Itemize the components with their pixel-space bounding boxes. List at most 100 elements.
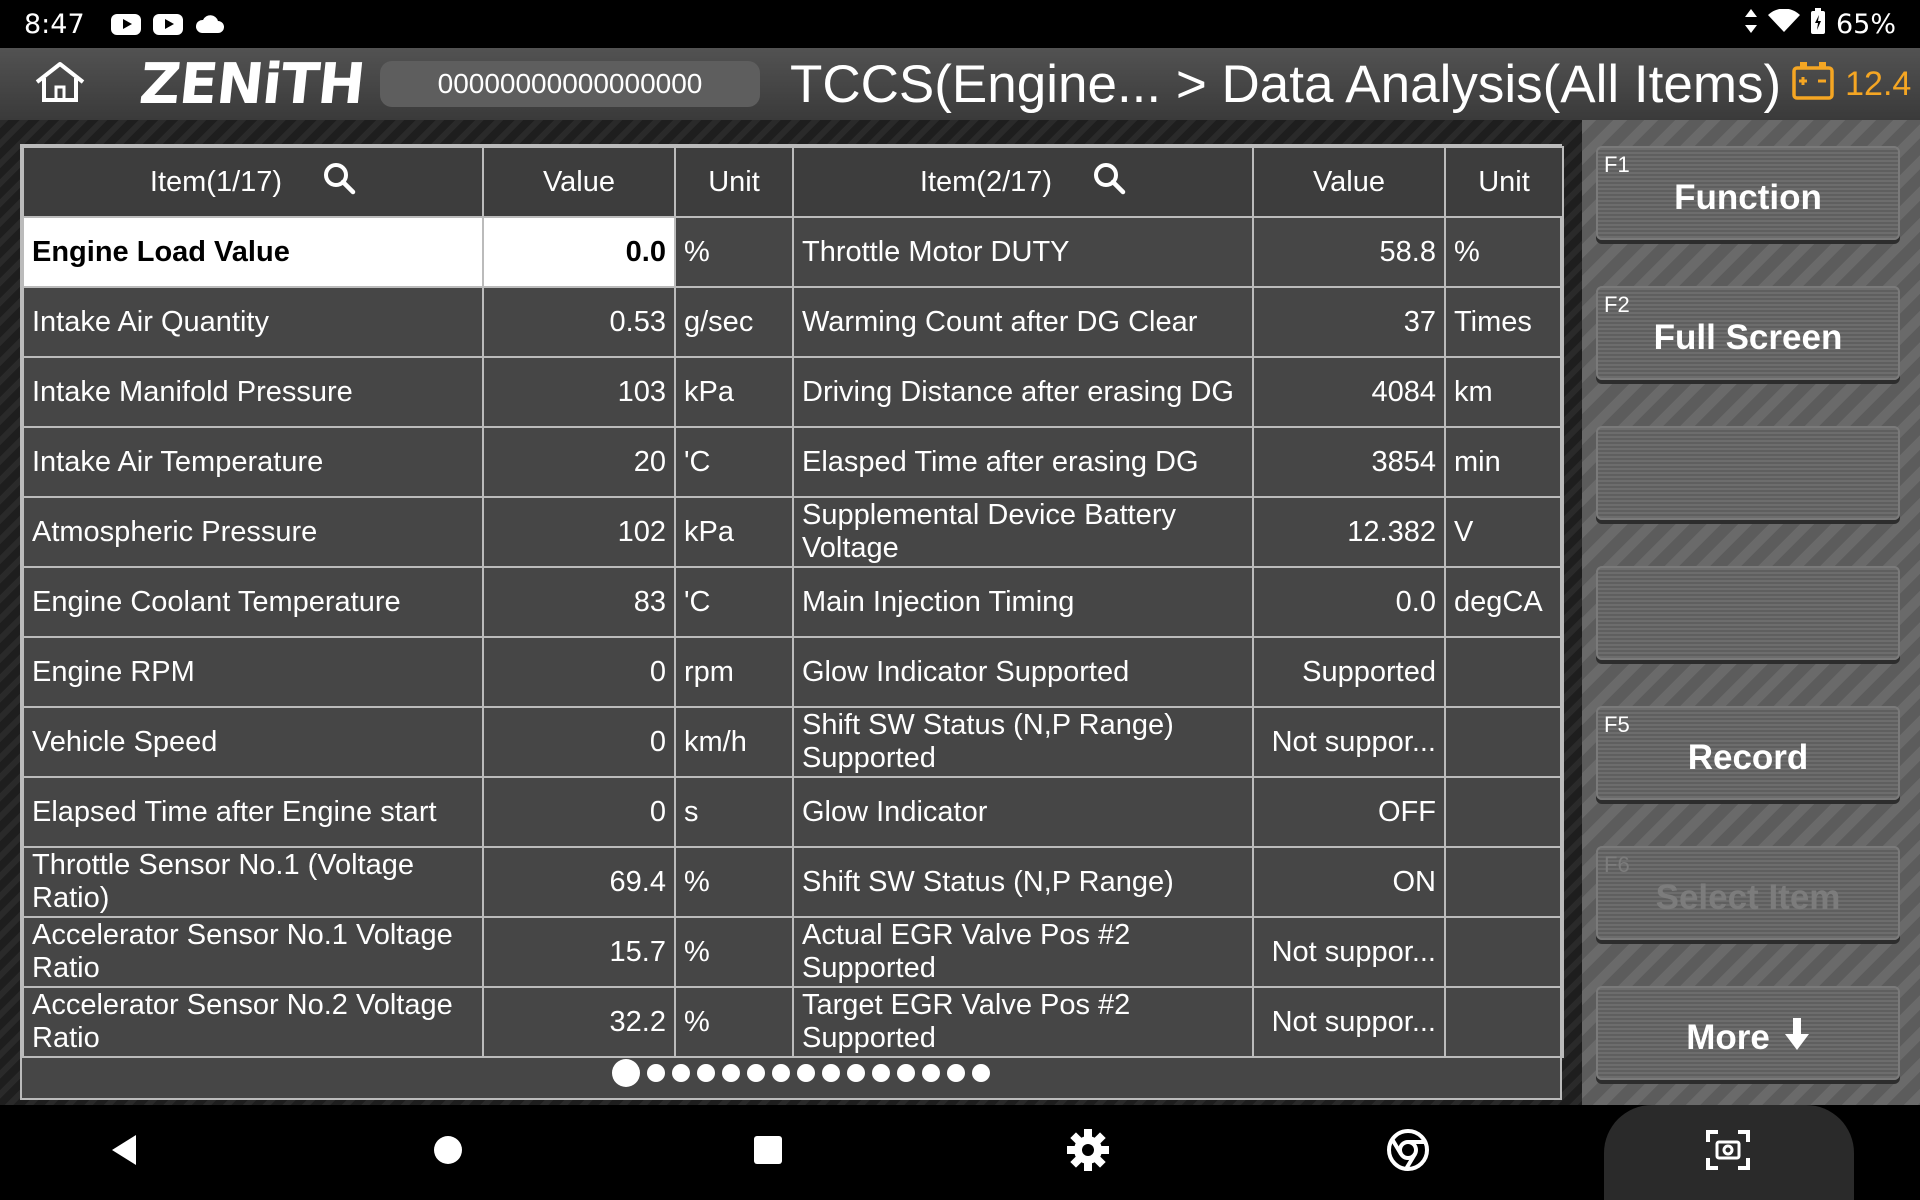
table-row[interactable]: Vehicle Speed 0 km/h Shift SW Status (N,P R… [22,706,1564,778]
settings-button[interactable] [1028,1105,1148,1200]
item-value-cell[interactable]: 0.0 [1252,566,1446,638]
page-dot[interactable] [872,1064,890,1082]
page-dot[interactable] [947,1064,965,1082]
f4-blank-button[interactable] [1596,566,1900,660]
item-unit-cell[interactable]: % [674,216,794,288]
item-value-cell[interactable]: 0.53 [482,286,676,358]
full-screen-button[interactable]: F2 Full Screen [1596,286,1900,380]
item-name-cell[interactable]: Glow Indicator Supported [792,636,1254,708]
item-value-cell[interactable]: 3854 [1252,426,1446,498]
item-value-cell[interactable]: 32.2 [482,986,676,1058]
page-dot[interactable] [847,1064,865,1082]
table-row[interactable]: Throttle Sensor No.1 (Voltage Ratio) 69.4… [22,846,1564,918]
table-row[interactable]: Accelerator Sensor No.2 Voltage Ratio 32.… [22,986,1564,1058]
item-name-cell[interactable]: Intake Manifold Pressure [22,356,484,428]
page-dot[interactable] [672,1064,690,1082]
item-name-cell[interactable]: Elasped Time after erasing DG [792,426,1254,498]
item-unit-cell[interactable] [1444,636,1564,708]
select-item-button[interactable]: F6 Select Item [1596,846,1900,940]
item-unit-cell[interactable]: 'C [674,426,794,498]
page-dot[interactable] [822,1064,840,1082]
page-indicator[interactable] [22,1048,1560,1098]
table-row[interactable]: Atmospheric Pressure 102 kPa Supplemental D… [22,496,1564,568]
item-value-cell[interactable]: 15.7 [482,916,676,988]
item-value-cell[interactable]: Supported [1252,636,1446,708]
recents-button[interactable] [708,1105,828,1200]
item-value-cell[interactable]: 20 [482,426,676,498]
item-name-cell[interactable]: Accelerator Sensor No.1 Voltage Ratio [22,916,484,988]
table-row[interactable]: Accelerator Sensor No.1 Voltage Ratio 15.… [22,916,1564,988]
item-value-cell[interactable]: Not suppor... [1252,706,1446,778]
item-value-cell[interactable]: 103 [482,356,676,428]
page-dot[interactable] [747,1064,765,1082]
table-row[interactable]: Engine Coolant Temperature 83 'C Main Injec… [22,566,1564,638]
item-unit-cell[interactable]: % [1444,216,1564,288]
item-unit-cell[interactable]: min [1444,426,1564,498]
screenshot-button[interactable] [1668,1105,1788,1200]
record-button[interactable]: F5 Record [1596,706,1900,800]
page-dot[interactable] [797,1064,815,1082]
item-unit-cell[interactable]: kPa [674,496,794,568]
item-name-cell[interactable]: Engine RPM [22,636,484,708]
item-unit-cell[interactable] [1444,846,1564,918]
item-unit-cell[interactable]: s [674,776,794,848]
item-value-cell[interactable]: 69.4 [482,846,676,918]
nav-home-button[interactable] [388,1105,508,1200]
item-value-cell[interactable]: 58.8 [1252,216,1446,288]
search-icon[interactable] [322,161,356,203]
page-dot[interactable] [897,1064,915,1082]
table-row[interactable]: Engine RPM 0 rpm Glow Indicator Supported Su… [22,636,1564,708]
item-value-cell[interactable]: 83 [482,566,676,638]
item-name-cell[interactable]: Engine Load Value [22,216,484,288]
item-value-cell[interactable]: ON [1252,846,1446,918]
item-unit-cell[interactable]: 'C [674,566,794,638]
item-value-cell[interactable]: Not suppor... [1252,916,1446,988]
item-value-cell[interactable]: OFF [1252,776,1446,848]
more-button[interactable]: More [1596,986,1900,1080]
item-name-cell[interactable]: Throttle Motor DUTY [792,216,1254,288]
item-name-cell[interactable]: Target EGR Valve Pos #2 Supported [792,986,1254,1058]
item-name-cell[interactable]: Throttle Sensor No.1 (Voltage Ratio) [22,846,484,918]
item-unit-cell[interactable]: kPa [674,356,794,428]
item-value-cell[interactable]: 0 [482,706,676,778]
column-header-item-1[interactable]: Item(1/17) [22,146,484,218]
function-button[interactable]: F1 Function [1596,146,1900,240]
item-name-cell[interactable]: Intake Air Temperature [22,426,484,498]
item-unit-cell[interactable]: % [674,986,794,1058]
item-name-cell[interactable]: Glow Indicator [792,776,1254,848]
item-name-cell[interactable]: Actual EGR Valve Pos #2 Supported [792,916,1254,988]
page-dot[interactable] [697,1064,715,1082]
item-name-cell[interactable]: Driving Distance after erasing DG [792,356,1254,428]
item-unit-cell[interactable]: km/h [674,706,794,778]
item-value-cell[interactable]: 0 [482,636,676,708]
home-button[interactable] [0,48,120,120]
item-name-cell[interactable]: Supplemental Device Battery Voltage [792,496,1254,568]
item-unit-cell[interactable] [1444,706,1564,778]
item-value-cell[interactable]: 4084 [1252,356,1446,428]
item-name-cell[interactable]: Elapsed Time after Engine start [22,776,484,848]
item-unit-cell[interactable]: V [1444,496,1564,568]
page-dot[interactable] [922,1064,940,1082]
page-dot[interactable] [647,1064,665,1082]
page-dot[interactable] [772,1064,790,1082]
item-unit-cell[interactable]: g/sec [674,286,794,358]
item-value-cell[interactable]: 12.382 [1252,496,1446,568]
item-unit-cell[interactable]: Times [1444,286,1564,358]
item-unit-cell[interactable]: rpm [674,636,794,708]
column-header-item-2[interactable]: Item(2/17) [792,146,1254,218]
table-row[interactable]: Intake Air Temperature 20 'C Elasped Time a… [22,426,1564,498]
item-value-cell[interactable]: Not suppor... [1252,986,1446,1058]
item-unit-cell[interactable]: % [674,846,794,918]
page-dot[interactable] [612,1059,640,1087]
item-name-cell[interactable]: Intake Air Quantity [22,286,484,358]
item-name-cell[interactable]: Accelerator Sensor No.2 Voltage Ratio [22,986,484,1058]
back-button[interactable] [64,1105,184,1200]
item-name-cell[interactable]: Shift SW Status (N,P Range) Supported [792,706,1254,778]
item-value-cell[interactable]: 37 [1252,286,1446,358]
item-name-cell[interactable]: Atmospheric Pressure [22,496,484,568]
item-unit-cell[interactable]: degCA [1444,566,1564,638]
item-value-cell[interactable]: 0.0 [482,216,676,288]
page-dot[interactable] [972,1064,990,1082]
item-name-cell[interactable]: Warming Count after DG Clear [792,286,1254,358]
item-unit-cell[interactable] [1444,776,1564,848]
